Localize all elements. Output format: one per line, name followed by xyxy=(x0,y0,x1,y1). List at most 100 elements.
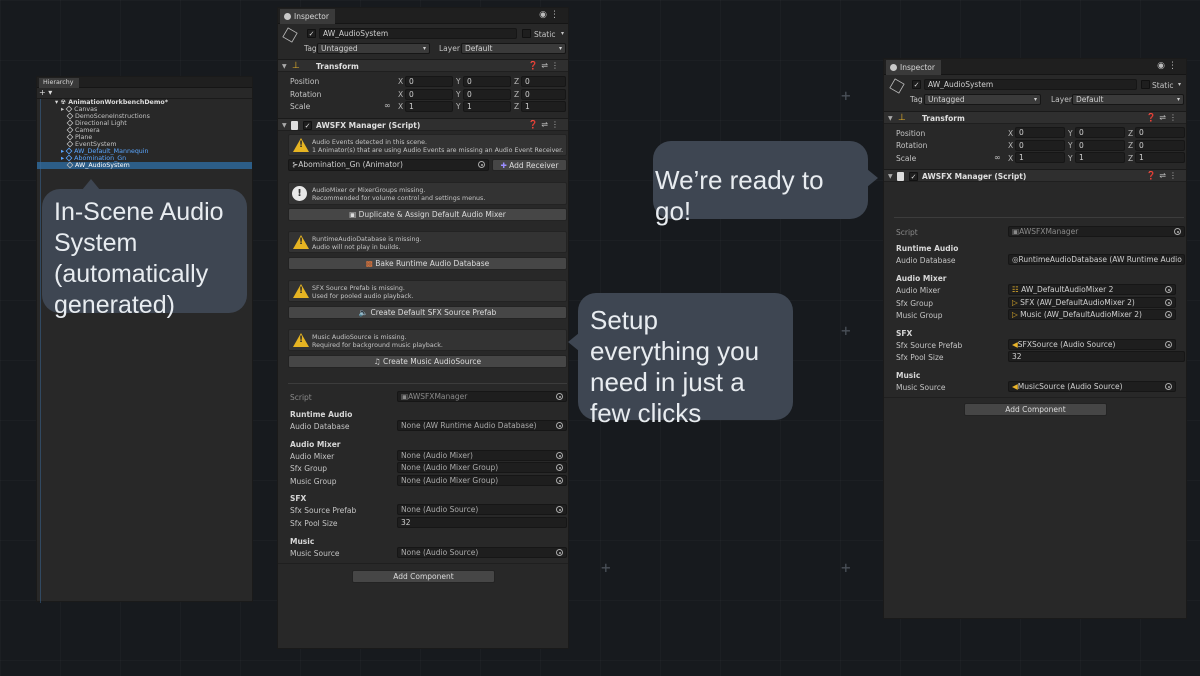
music-group-field[interactable]: ▷ Music (AW_DefaultAudioMixer 2) xyxy=(1008,309,1176,320)
scale-x[interactable]: 1 xyxy=(405,101,453,112)
scale-y[interactable]: 1 xyxy=(463,101,511,112)
tag-dropdown[interactable]: Untagged ▾ xyxy=(924,94,1041,105)
foldout-icon[interactable]: ▼ xyxy=(888,115,893,122)
audio-database-label: Audio Database xyxy=(290,422,350,431)
animator-field[interactable]: ⊱Abomination_Gn (Animator) xyxy=(288,159,489,171)
create-music-source-button[interactable]: ♫ Create Music AudioSource xyxy=(288,355,567,368)
foldout-icon[interactable]: ▼ xyxy=(282,63,287,70)
position-z[interactable]: 0 xyxy=(1135,127,1185,138)
add-receiver-button[interactable]: ✚ Add Receiver xyxy=(492,159,567,171)
manager-header[interactable]: ▼ ✓ AWSFX Manager (Script) ❓⇌⋮ xyxy=(278,118,568,131)
transform-header[interactable]: ▼ ⊥ Transform ❓⇌⋮ xyxy=(278,59,568,72)
component-enabled-checkbox[interactable]: ✓ xyxy=(909,172,918,181)
hierarchy-item-mannequin[interactable]: ▸ AW_Default_Mannequin xyxy=(61,147,149,155)
add-component-button[interactable]: Add Component xyxy=(964,403,1107,416)
inspector-tab[interactable]: Inspector xyxy=(886,60,941,75)
scale-x[interactable]: 1 xyxy=(1015,152,1065,163)
object-picker-icon[interactable] xyxy=(556,506,563,513)
sfx-prefab-field[interactable]: ◀SFXSource (Audio Source) xyxy=(1008,339,1176,350)
position-y[interactable]: 0 xyxy=(463,76,511,87)
rotation-z[interactable]: 0 xyxy=(1135,140,1185,151)
hierarchy-item-camera[interactable]: Camera xyxy=(66,126,100,134)
object-picker-icon[interactable] xyxy=(556,549,563,556)
manager-header[interactable]: ▼ ✓ AWSFX Manager (Script) ❓⇌⋮ xyxy=(884,169,1186,182)
divider xyxy=(278,563,568,564)
object-name-field[interactable]: AW_AudioSystem xyxy=(319,28,517,39)
music-source-field[interactable]: None (Audio Source) xyxy=(397,547,567,558)
create-sfx-prefab-button[interactable]: 🔈 Create Default SFX Source Prefab xyxy=(288,306,567,319)
rotation-x[interactable]: 0 xyxy=(1015,140,1065,151)
sfx-pool-field[interactable]: 32 xyxy=(1008,351,1185,362)
object-picker-icon[interactable] xyxy=(1165,299,1172,306)
active-checkbox[interactable]: ✓ xyxy=(307,29,316,38)
music-group-field[interactable]: None (Audio Mixer Group) xyxy=(397,475,567,486)
static-dropdown-icon[interactable]: ▾ xyxy=(561,30,564,37)
static-dropdown-icon[interactable]: ▾ xyxy=(1178,81,1181,88)
object-picker-icon[interactable] xyxy=(556,464,563,471)
object-picker-icon[interactable] xyxy=(556,452,563,459)
scene-root[interactable]: ▾ ☢ AnimationWorkbenchDemo* xyxy=(55,99,168,106)
scale-z[interactable]: 1 xyxy=(521,101,566,112)
sfx-group-field[interactable]: ▷ SFX (AW_DefaultAudioMixer 2) xyxy=(1008,297,1176,308)
hierarchy-tab[interactable]: Hierarchy xyxy=(39,78,80,88)
inspector-tab[interactable]: Inspector xyxy=(280,9,335,24)
foldout-icon[interactable]: ▼ xyxy=(888,173,893,180)
hierarchy-item-canvas[interactable]: ▸ Canvas xyxy=(61,105,97,113)
link-icon[interactable]: ∞ xyxy=(994,153,1001,162)
lock-menu-icon[interactable]: ◉⋮ xyxy=(1157,61,1180,71)
lock-menu-icon[interactable]: ◉⋮ xyxy=(539,10,562,20)
position-z[interactable]: 0 xyxy=(521,76,566,87)
audio-database-field[interactable]: ◎RuntimeAudioDatabase (AW Runtime Audio xyxy=(1008,254,1185,265)
add-object-button[interactable]: + ▾ xyxy=(39,88,52,97)
hierarchy-item-light[interactable]: Directional Light xyxy=(66,119,127,127)
bake-database-button[interactable]: ▩ Bake Runtime Audio Database xyxy=(288,257,567,270)
object-name-field[interactable]: AW_AudioSystem xyxy=(924,79,1137,90)
layer-dropdown[interactable]: Default ▾ xyxy=(461,43,566,54)
layer-dropdown[interactable]: Default ▾ xyxy=(1072,94,1184,105)
object-picker-icon[interactable] xyxy=(1165,341,1172,348)
rotation-y[interactable]: 0 xyxy=(1075,140,1125,151)
component-menu-icon[interactable]: ❓⇌⋮ xyxy=(1146,113,1180,122)
hierarchy-item-plane[interactable]: Plane xyxy=(66,133,92,141)
position-x[interactable]: 0 xyxy=(405,76,453,87)
hierarchy-item-abomination[interactable]: ▸ Abomination_Gn xyxy=(61,154,126,162)
rotation-x[interactable]: 0 xyxy=(405,89,453,100)
audio-mixer-field[interactable]: ☷ AW_DefaultAudioMixer 2 xyxy=(1008,284,1176,295)
component-enabled-checkbox[interactable]: ✓ xyxy=(303,121,312,130)
audio-mixer-field[interactable]: None (Audio Mixer) xyxy=(397,450,567,461)
foldout-icon[interactable]: ▼ xyxy=(282,122,287,129)
object-picker-icon[interactable] xyxy=(1165,383,1172,390)
object-picker-icon[interactable] xyxy=(1165,286,1172,293)
static-checkbox[interactable] xyxy=(1141,80,1150,89)
gameobject-icon xyxy=(66,112,74,120)
hierarchy-item-eventsystem[interactable]: EventSystem xyxy=(66,140,117,148)
transform-header[interactable]: ▼ ⊥ Transform ❓⇌⋮ xyxy=(884,111,1186,124)
component-menu-icon[interactable]: ❓⇌⋮ xyxy=(528,120,562,129)
object-picker-icon[interactable] xyxy=(556,422,563,429)
position-y[interactable]: 0 xyxy=(1075,127,1125,138)
static-checkbox[interactable] xyxy=(522,29,531,38)
music-source-field[interactable]: ◀MusicSource (Audio Source) xyxy=(1008,381,1176,392)
object-picker-icon[interactable] xyxy=(478,161,485,168)
component-menu-icon[interactable]: ❓⇌⋮ xyxy=(1146,171,1180,180)
rotation-z[interactable]: 0 xyxy=(521,89,566,100)
duplicate-mixer-button[interactable]: ▣ Duplicate & Assign Default Audio Mixer xyxy=(288,208,567,221)
scale-y[interactable]: 1 xyxy=(1075,152,1125,163)
link-icon[interactable]: ∞ xyxy=(384,101,391,110)
component-menu-icon[interactable]: ❓⇌⋮ xyxy=(528,61,562,70)
object-picker-icon[interactable] xyxy=(556,477,563,484)
hierarchy-item-audiosystem[interactable]: AW_AudioSystem xyxy=(66,161,130,169)
position-x[interactable]: 0 xyxy=(1015,127,1065,138)
audio-database-field[interactable]: None (AW Runtime Audio Database) xyxy=(397,420,567,431)
active-checkbox[interactable]: ✓ xyxy=(912,80,921,89)
sfx-pool-field[interactable]: 32 xyxy=(397,517,567,528)
help-database-missing: RuntimeAudioDatabase is missing. Audio w… xyxy=(288,231,567,253)
hierarchy-item-instructions[interactable]: DemoSceneInstructions xyxy=(66,112,150,120)
sfx-group-field[interactable]: None (Audio Mixer Group) xyxy=(397,462,567,473)
scale-z[interactable]: 1 xyxy=(1135,152,1185,163)
rotation-y[interactable]: 0 xyxy=(463,89,511,100)
object-picker-icon[interactable] xyxy=(1165,311,1172,318)
add-component-button[interactable]: Add Component xyxy=(352,570,495,583)
tag-dropdown[interactable]: Untagged ▾ xyxy=(317,43,430,54)
sfx-prefab-field[interactable]: None (Audio Source) xyxy=(397,504,567,515)
